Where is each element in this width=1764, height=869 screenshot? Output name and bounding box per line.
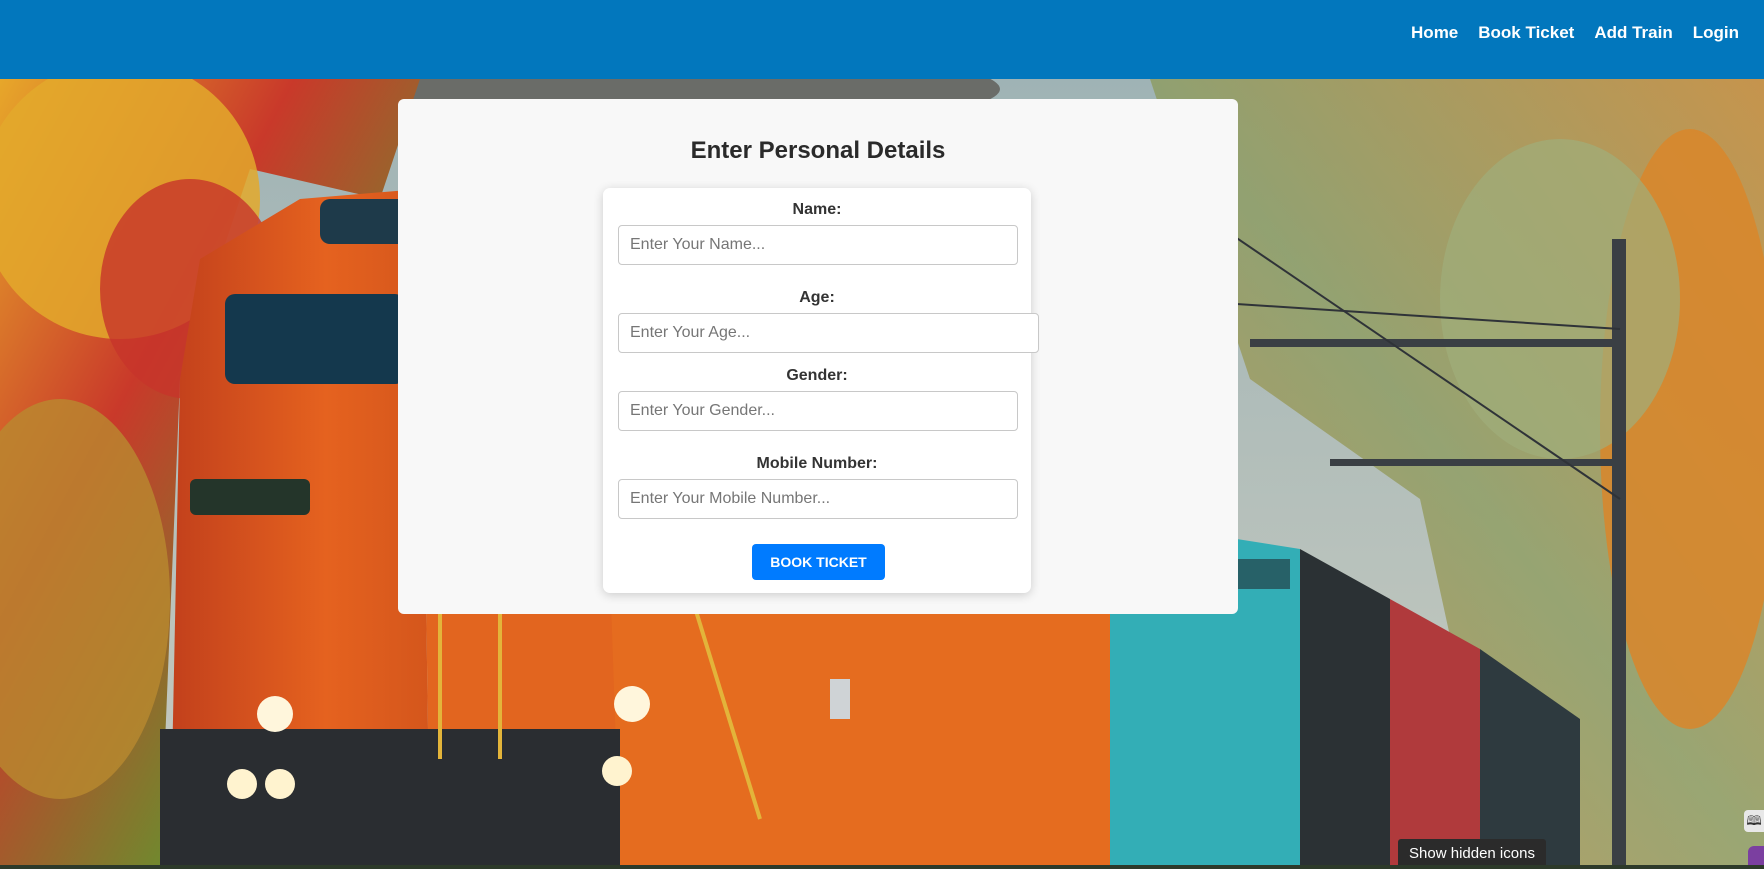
gender-label: Gender:: [786, 367, 848, 384]
nav-book-ticket-link[interactable]: Book Ticket: [1478, 23, 1574, 43]
show-hidden-icons-tooltip: Show hidden icons: [1398, 839, 1546, 865]
name-input[interactable]: [618, 225, 1018, 265]
personal-details-panel: Enter Personal Details Name: Age: Gender…: [398, 99, 1238, 614]
personal-details-form: Name: Age: Gender: Mobile Number: BOOK T…: [603, 188, 1039, 593]
age-input[interactable]: [618, 313, 1039, 353]
nav-links: Home Book Ticket Add Train Login: [1411, 0, 1739, 66]
nav-add-train-link[interactable]: Add Train: [1594, 23, 1672, 43]
app-tray-icon[interactable]: [1748, 846, 1764, 865]
nav-home-link[interactable]: Home: [1411, 23, 1458, 43]
age-label: Age:: [799, 289, 835, 306]
name-label: Name:: [792, 201, 842, 218]
book-ticket-button[interactable]: BOOK TICKET: [752, 544, 885, 580]
nav-login-link[interactable]: Login: [1693, 23, 1739, 43]
mobile-number-input[interactable]: [618, 479, 1018, 519]
gender-input[interactable]: [618, 391, 1018, 431]
book-icon[interactable]: 🕮: [1744, 810, 1764, 832]
page-title: Enter Personal Details: [690, 137, 946, 164]
mobile-number-label: Mobile Number:: [756, 455, 878, 472]
top-navbar: Home Book Ticket Add Train Login: [0, 0, 1764, 79]
